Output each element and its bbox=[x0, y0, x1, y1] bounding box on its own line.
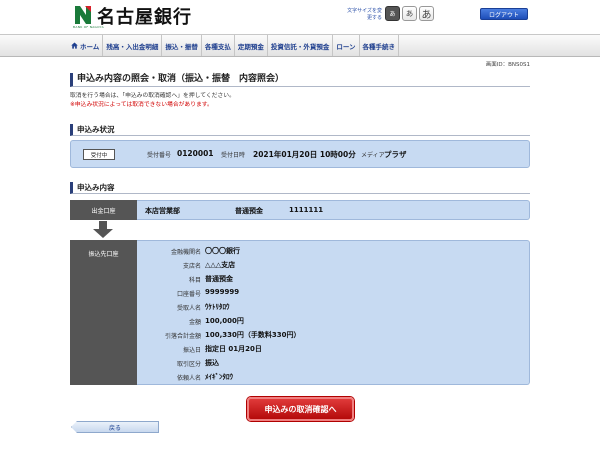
nav-item-loan[interactable]: ローン bbox=[333, 35, 360, 56]
kv-row: 受取人名 ｳｹﾄﾘﾀﾛｳ bbox=[137, 301, 530, 314]
debit-account-panel: 本店営業部 普通預金 1111111 bbox=[137, 200, 530, 220]
kv-row: 科目 普通預金 bbox=[137, 273, 530, 286]
kv-label: 振込日 bbox=[182, 347, 201, 354]
kv-label: 取引区分 bbox=[176, 361, 201, 368]
nav-item-procedures[interactable]: 各種手続き bbox=[360, 35, 399, 56]
transfer-account-panel: 金融機関名 〇〇〇銀行 支店名 △△△支店 科目 普通預金 口座番号 99999… bbox=[137, 240, 530, 385]
status-panel: 受付中 受付番号 0120001 受付日時 2021年01月20日 10時00分… bbox=[70, 140, 530, 168]
kv-value: 100,000円 bbox=[205, 317, 244, 325]
nav-item-payments[interactable]: 各種支払 bbox=[202, 35, 235, 56]
down-arrow-head-icon bbox=[93, 229, 113, 238]
kv-value: ﾒｲｷﾞﾝﾀﾛｳ bbox=[205, 373, 233, 381]
kv-row: 依頼人名 ﾒｲｷﾞﾝﾀﾛｳ bbox=[137, 371, 530, 384]
nav-item-time-deposit[interactable]: 定期預金 bbox=[235, 35, 268, 56]
nav-item-investment[interactable]: 投資信託・外貨預金 bbox=[268, 35, 334, 56]
kv-value: 普通預金 bbox=[205, 275, 233, 283]
kv-value: 〇〇〇銀行 bbox=[205, 247, 240, 255]
font-size-label: 文字サイズを変更する bbox=[347, 8, 382, 21]
status-badge: 受付中 bbox=[83, 149, 115, 160]
kv-row: 金融機関名 〇〇〇銀行 bbox=[137, 245, 530, 258]
kv-label: 引落合計金額 bbox=[164, 333, 201, 340]
receipt-no-value: 0120001 bbox=[177, 149, 214, 158]
bank-name: 名古屋銀行 bbox=[97, 7, 192, 28]
debit-account-label: 出金口座 bbox=[70, 200, 137, 220]
warning-text: ※申込み状況によっては取消できない場合があります。 bbox=[70, 102, 213, 108]
kv-label: 受取人名 bbox=[176, 305, 201, 312]
kv-label: 科目 bbox=[188, 277, 201, 284]
home-icon bbox=[71, 42, 78, 49]
nav-item-label: ホーム bbox=[80, 42, 100, 51]
screen-id: 画面ID：BNS0S1 bbox=[485, 62, 530, 68]
content-section-title: 申込み内容 bbox=[70, 182, 530, 194]
page-title: 申込み内容の照会・取消（振込・振替 内容照会） bbox=[70, 73, 530, 87]
nav-item-home[interactable]: ホーム bbox=[70, 35, 104, 56]
media-value: プラザ bbox=[384, 150, 407, 159]
kv-value: △△△支店 bbox=[205, 261, 236, 269]
kv-row: 取引区分 振込 bbox=[137, 357, 530, 370]
back-button[interactable]: 戻る bbox=[71, 421, 159, 433]
kv-row: 口座番号 9999999 bbox=[137, 287, 530, 300]
receipt-date-value: 2021年01月20日 10時00分 bbox=[253, 150, 356, 159]
kv-label: 支店名 bbox=[182, 263, 201, 270]
nav-item-balance[interactable]: 残高・入出金明細 bbox=[103, 35, 163, 56]
receipt-date-label: 受付日時 bbox=[221, 152, 246, 159]
font-size-small-button[interactable]: あ bbox=[385, 6, 400, 21]
notice-text: 取消を行う場合は、「申込みの取消確認へ」を押してください。 bbox=[70, 93, 235, 99]
debit-account-number: 1111111 bbox=[289, 206, 324, 214]
media-label: メディア bbox=[361, 152, 385, 159]
status-section-title: 申込み状況 bbox=[70, 124, 530, 136]
debit-branch: 本店営業部 bbox=[145, 207, 180, 215]
kv-row: 振込日 指定日 01月20日 bbox=[137, 343, 530, 356]
font-size-large-button[interactable]: あ bbox=[419, 6, 434, 21]
font-size-medium-button[interactable]: あ bbox=[402, 6, 417, 21]
cancel-confirm-button[interactable]: 申込みの取消確認へ bbox=[247, 397, 354, 421]
kv-value: 振込 bbox=[205, 359, 219, 367]
kv-row: 金額 100,000円 bbox=[137, 315, 530, 328]
kv-value: ｳｹﾄﾘﾀﾛｳ bbox=[205, 303, 230, 311]
nav-item-transfer[interactable]: 振込・振替 bbox=[162, 35, 202, 56]
kv-value: 100,330円（手数料330円） bbox=[205, 331, 301, 339]
bank-logo-icon[interactable] bbox=[75, 6, 91, 24]
transfer-account-label: 振込先口座 bbox=[70, 240, 137, 385]
kv-value: 9999999 bbox=[205, 288, 240, 296]
kv-label: 口座番号 bbox=[176, 291, 201, 298]
main-nav: ホーム 残高・入出金明細 振込・振替 各種支払 定期預金 投資信託・外貨預金 ロ… bbox=[0, 34, 600, 57]
receipt-no-label: 受付番号 bbox=[147, 152, 172, 159]
kv-label: 依頼人名 bbox=[176, 375, 201, 382]
kv-row: 引落合計金額 100,330円（手数料330円） bbox=[137, 329, 530, 342]
logout-button[interactable]: ログアウト bbox=[480, 8, 528, 20]
kv-row: 支店名 △△△支店 bbox=[137, 259, 530, 272]
debit-account-type: 普通預金 bbox=[235, 207, 263, 215]
kv-value: 指定日 01月20日 bbox=[205, 345, 262, 353]
header: BANK OF NAGOYA 名古屋銀行 文字サイズを変更する あ あ あ ログ… bbox=[0, 0, 600, 34]
kv-label: 金融機関名 bbox=[170, 249, 201, 256]
kv-label: 金額 bbox=[188, 319, 201, 326]
down-arrow-icon bbox=[99, 221, 107, 229]
